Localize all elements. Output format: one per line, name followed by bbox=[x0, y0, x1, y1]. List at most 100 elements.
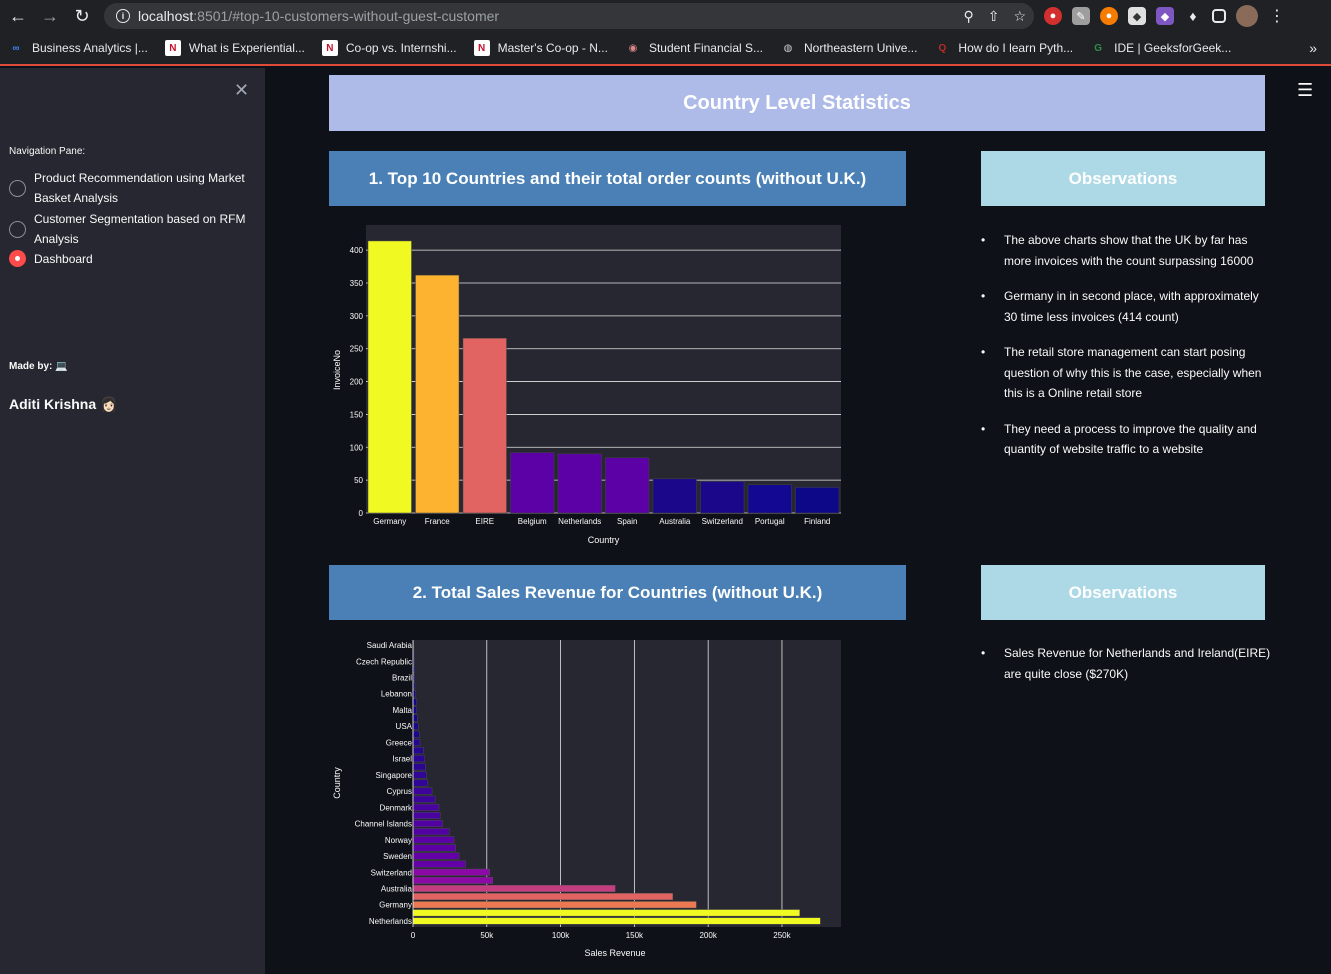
y-tick-label: 100 bbox=[350, 443, 364, 452]
bookmark-item[interactable]: N Master's Co-op - N... bbox=[473, 40, 608, 56]
bookmark-item[interactable]: ◉ Student Financial S... bbox=[625, 40, 763, 56]
observations1-header: Observations bbox=[981, 151, 1265, 206]
y-tick-label: 50 bbox=[354, 476, 363, 485]
profile-avatar[interactable] bbox=[1236, 5, 1258, 27]
bookmark-item[interactable]: N What is Experiential... bbox=[164, 40, 305, 56]
extension-white-icon[interactable]: ◆ bbox=[1128, 7, 1146, 25]
made-by-label: Made by: 💻 bbox=[9, 361, 68, 372]
northeastern-n-icon: N bbox=[321, 40, 338, 56]
bookmark-label: Business Analytics |... bbox=[32, 41, 148, 55]
extension-red-icon[interactable]: ● bbox=[1044, 7, 1062, 25]
site-info-icon[interactable]: i bbox=[116, 9, 130, 23]
back-icon[interactable]: ← bbox=[2, 0, 34, 32]
order-count-bar-chart[interactable]: 0 50 100 150 200 250 300 350 400 Germany France EIR… bbox=[329, 225, 849, 550]
extension-gray-icon[interactable]: ✎ bbox=[1072, 7, 1090, 25]
x-tick-label: 50k bbox=[480, 931, 494, 940]
puzzle-icon[interactable]: ♦ bbox=[1184, 7, 1202, 25]
y-tick-label: 0 bbox=[359, 509, 364, 518]
y-tick-label: 300 bbox=[350, 312, 364, 321]
address-bar[interactable]: i localhost:8501/#top-10-customers-witho… bbox=[104, 3, 1034, 29]
radio-button[interactable] bbox=[9, 180, 26, 197]
y-tick-label: Israel bbox=[392, 755, 412, 764]
bookmark-label: Student Financial S... bbox=[648, 41, 764, 55]
y-tick-label: Sweden bbox=[383, 852, 412, 861]
x-tick-label: Spain bbox=[617, 517, 637, 526]
x-tick-label: Belgium bbox=[518, 517, 547, 526]
bar bbox=[412, 714, 418, 722]
bar bbox=[367, 240, 412, 514]
observation-item: They need a process to improve the quali… bbox=[981, 419, 1271, 460]
x-tick-label: EIRE bbox=[475, 517, 494, 526]
bookmark-item[interactable]: ∞ Business Analytics |... bbox=[8, 40, 148, 56]
bookmark-label: Master's Co-op - N... bbox=[497, 41, 608, 55]
bookmark-star-icon[interactable]: ☆ bbox=[1013, 8, 1026, 25]
nav-option-rfm[interactable]: Customer Segmentation based on RFM Analy… bbox=[9, 209, 245, 249]
x-tick-label: 150k bbox=[626, 931, 644, 940]
y-tick-label: Greece bbox=[386, 738, 413, 747]
bookmark-item[interactable]: Q How do I learn Pyth... bbox=[934, 40, 1074, 56]
extension-orange-icon[interactable]: ● bbox=[1100, 7, 1118, 25]
x-tick-label: 0 bbox=[411, 931, 416, 940]
forward-icon[interactable]: → bbox=[34, 0, 66, 32]
y-tick-label: Czech Republic bbox=[356, 657, 412, 666]
bar bbox=[412, 820, 443, 828]
x-axis-label: Sales Revenue bbox=[584, 948, 645, 958]
seal-icon: ◉ bbox=[628, 42, 638, 54]
section2-header: 2. Total Sales Revenue for Countries (wi… bbox=[329, 565, 906, 620]
bookmark-item[interactable]: N Co-op vs. Internshi... bbox=[321, 40, 457, 56]
bookmark-label: Northeastern Unive... bbox=[804, 41, 918, 55]
observations2-header: Observations bbox=[981, 565, 1265, 620]
x-tick-label: 100k bbox=[552, 931, 570, 940]
bar bbox=[412, 811, 441, 819]
x-tick-label: 200k bbox=[699, 931, 717, 940]
x-tick-label: Switzerland bbox=[702, 517, 743, 526]
bar bbox=[412, 852, 460, 860]
hamburger-menu-icon[interactable]: ☰ bbox=[1297, 80, 1313, 101]
globe-icon: ◍ bbox=[783, 42, 793, 54]
bar bbox=[700, 481, 745, 514]
bar bbox=[412, 730, 420, 738]
bookmark-item[interactable]: ◍ Northeastern Unive... bbox=[780, 40, 918, 56]
observations2-list: Sales Revenue for Netherlands and Irelan… bbox=[981, 643, 1271, 699]
bookmarks-overflow-icon[interactable]: » bbox=[1309, 40, 1317, 56]
bar bbox=[412, 868, 490, 876]
bookmark-label: How do I learn Pyth... bbox=[958, 41, 1074, 55]
reload-icon[interactable]: ↻ bbox=[66, 0, 98, 32]
bar bbox=[415, 274, 460, 514]
nav-option-market-basket[interactable]: Product Recommendation using Market Bask… bbox=[9, 168, 245, 208]
bar bbox=[412, 771, 427, 779]
nav-option-dashboard[interactable]: Dashboard bbox=[9, 249, 93, 269]
bookmark-label: IDE | GeeksforGeek... bbox=[1114, 41, 1232, 55]
bar bbox=[412, 860, 466, 868]
y-tick-label: Channel Islands bbox=[355, 820, 412, 829]
nav-option-label: Analysis bbox=[34, 232, 79, 246]
zoom-icon[interactable]: ⚲ bbox=[963, 8, 973, 25]
close-icon[interactable]: ✕ bbox=[234, 80, 249, 101]
x-tick-label: Germany bbox=[373, 517, 406, 526]
y-tick-label: 350 bbox=[350, 279, 364, 288]
bar bbox=[412, 779, 428, 787]
y-tick-label: Netherlands bbox=[369, 917, 412, 926]
x-tick-label: 250k bbox=[773, 931, 791, 940]
y-tick-label: Cyprus bbox=[387, 787, 412, 796]
observation-item: Sales Revenue for Netherlands and Irelan… bbox=[981, 643, 1271, 684]
bookmarks-bar: ∞ Business Analytics |... N What is Experie… bbox=[0, 32, 1331, 66]
sales-revenue-bar-chart[interactable]: 0 50k 100k 150k 200k 250k Saudi Arabia Czech Re… bbox=[329, 640, 849, 965]
radio-button[interactable] bbox=[9, 221, 26, 238]
bookmark-item[interactable]: G IDE | GeeksforGeek... bbox=[1090, 40, 1231, 56]
extension-purple-icon[interactable]: ◆ bbox=[1156, 7, 1174, 25]
y-tick-label: Malta bbox=[392, 706, 412, 715]
gfg-icon: G bbox=[1094, 42, 1103, 54]
observation-item: The retail store management can start po… bbox=[981, 342, 1271, 404]
share-icon[interactable]: ⇧ bbox=[988, 8, 1000, 25]
radio-button-selected[interactable] bbox=[9, 250, 26, 267]
side-panel-icon[interactable] bbox=[1212, 9, 1226, 23]
y-tick-label: Denmark bbox=[380, 803, 413, 812]
menu-dots-icon[interactable]: ⋮ bbox=[1268, 7, 1286, 25]
x-tick-label: Australia bbox=[659, 517, 691, 526]
plot-area bbox=[413, 640, 841, 927]
bar bbox=[557, 453, 602, 514]
sidebar: ✕ Navigation Pane: Product Recommendatio… bbox=[0, 68, 265, 974]
northeastern-n-icon: N bbox=[473, 40, 490, 56]
bar bbox=[412, 844, 456, 852]
